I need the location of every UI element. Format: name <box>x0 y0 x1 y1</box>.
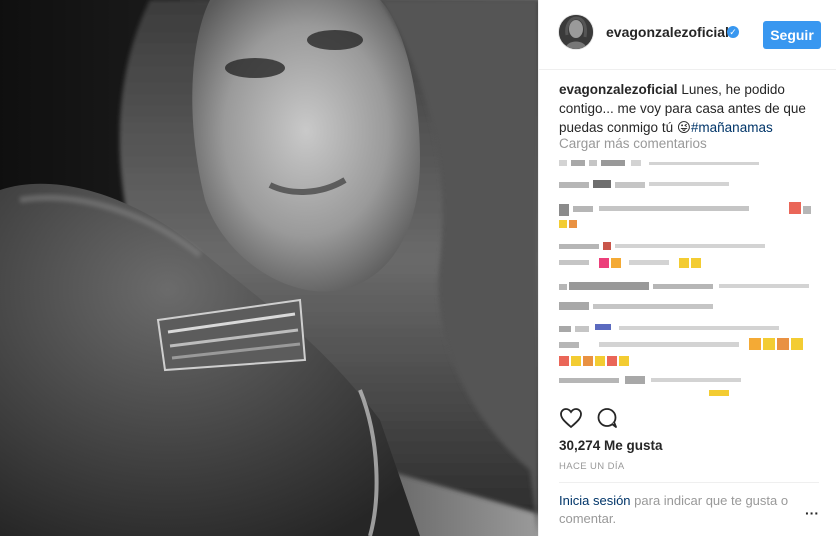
post-details-panel: evagonzalezoficial ✓ Seguir evagonzalezo… <box>538 0 836 536</box>
verified-badge-icon: ✓ <box>727 26 739 38</box>
post-header: evagonzalezoficial ✓ Seguir <box>539 0 836 70</box>
selfie-image <box>0 0 538 536</box>
load-more-comments-link[interactable]: Cargar más comentarios <box>559 136 707 151</box>
divider <box>559 482 819 483</box>
avatar-image <box>559 15 593 49</box>
caption-hashtag[interactable]: #mañanamas <box>691 120 773 135</box>
post-caption: evagonzalezoficial Lunes, he podido cont… <box>559 80 819 137</box>
likes-count[interactable]: 30,274 Me gusta <box>559 438 663 453</box>
heart-icon[interactable] <box>559 406 583 430</box>
username[interactable]: evagonzalezoficial <box>606 24 729 40</box>
comment-bubble-icon[interactable] <box>595 406 619 430</box>
more-options-icon[interactable]: ··· <box>805 505 819 521</box>
avatar[interactable] <box>559 15 593 49</box>
post-photo[interactable] <box>0 0 538 536</box>
login-prompt: Inicia sesión para indicar que te gusta … <box>559 492 799 528</box>
caption-username[interactable]: evagonzalezoficial <box>559 82 678 97</box>
follow-button[interactable]: Seguir <box>763 21 821 49</box>
post-timestamp: HACE UN DÍA <box>559 461 625 472</box>
comments-list <box>559 156 829 401</box>
post-actions <box>559 406 819 434</box>
login-link[interactable]: Inicia sesión <box>559 493 631 508</box>
blurred-comments <box>559 160 811 396</box>
